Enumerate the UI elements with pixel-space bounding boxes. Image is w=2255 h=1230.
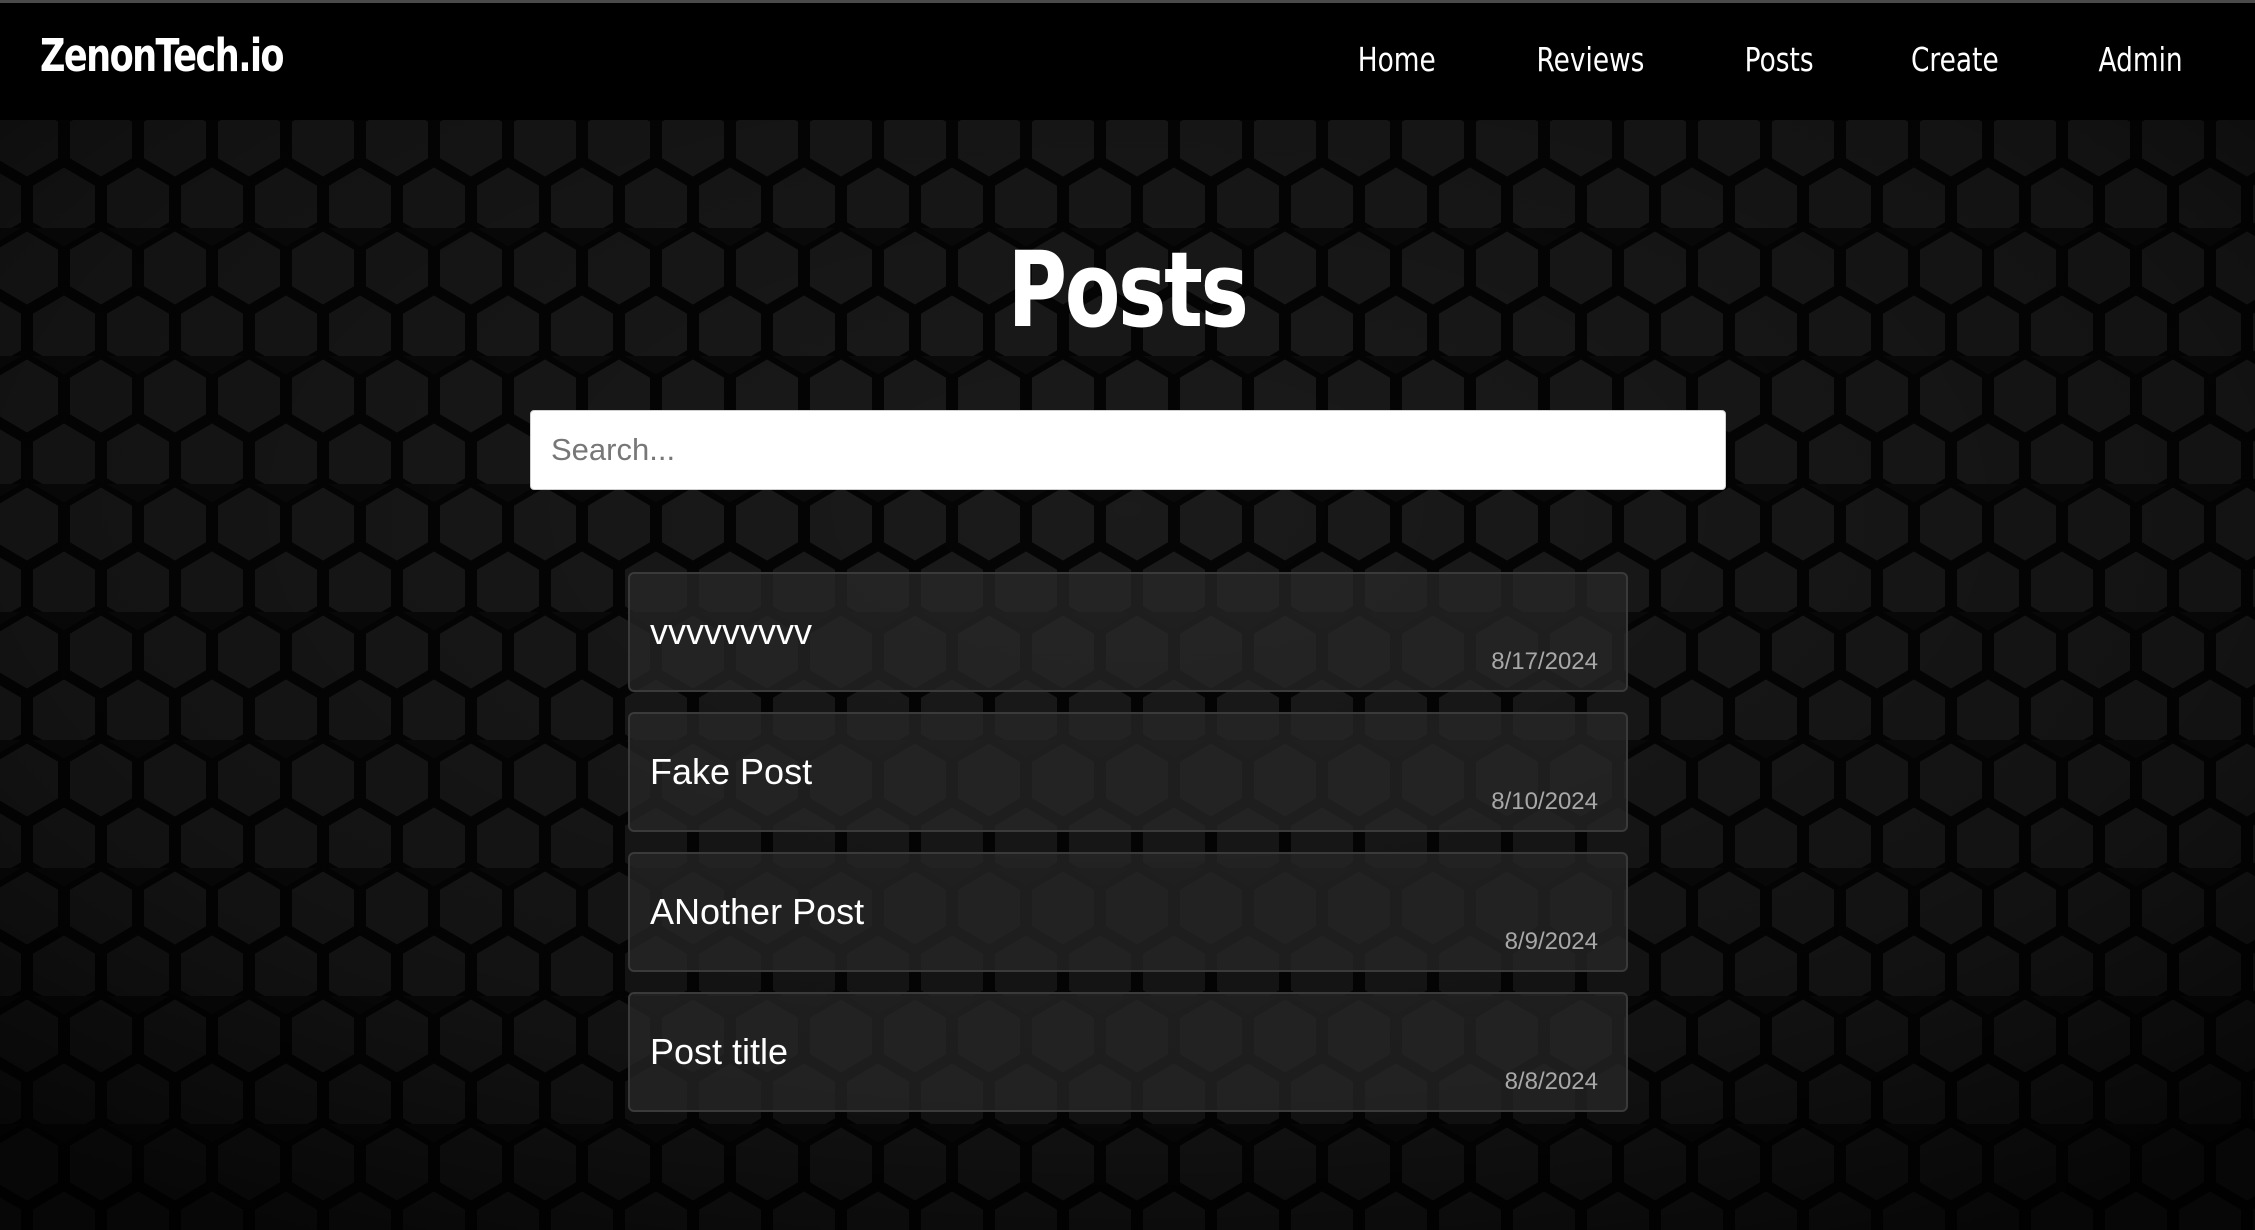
post-list: vvvvvvvvv 8/17/2024 Fake Post 8/10/2024 … (628, 572, 1628, 1132)
post-title[interactable]: Fake Post (650, 754, 812, 790)
page-title: Posts (0, 238, 2255, 342)
post-card[interactable]: ANother Post 8/9/2024 (628, 852, 1628, 972)
search-input[interactable] (530, 410, 1726, 490)
nav-posts-link[interactable]: Posts (1745, 43, 1814, 76)
page-title-text: Posts (1008, 229, 1249, 351)
post-card[interactable]: Fake Post 8/10/2024 (628, 712, 1628, 832)
post-card[interactable]: vvvvvvvvv 8/17/2024 (628, 572, 1628, 692)
post-date: 8/17/2024 (1491, 648, 1598, 675)
site-logo[interactable]: ZenonTech.io (40, 33, 285, 78)
post-date: 8/8/2024 (1504, 1068, 1598, 1095)
post-title[interactable]: Post title (650, 1034, 788, 1070)
main-content: Posts vvvvvvvvv 8/17/2024 Fake Post 8/10… (0, 120, 2255, 1230)
nav-create-link[interactable]: Create (1911, 43, 1999, 76)
nav-links: Home Reviews Posts Create Admin (1270, 43, 2193, 76)
nav-reviews-link[interactable]: Reviews (1536, 43, 1644, 76)
post-date: 8/10/2024 (1491, 788, 1598, 815)
nav-home-link[interactable]: Home (1357, 43, 1435, 76)
post-card[interactable]: Post title 8/8/2024 (628, 992, 1628, 1112)
post-title[interactable]: ANother Post (650, 894, 864, 930)
navbar: ZenonTech.io Home Reviews Posts Create A… (0, 3, 2255, 120)
post-date: 8/9/2024 (1504, 928, 1598, 955)
nav-admin-link[interactable]: Admin (2098, 43, 2182, 76)
post-title[interactable]: vvvvvvvvv (650, 614, 812, 650)
